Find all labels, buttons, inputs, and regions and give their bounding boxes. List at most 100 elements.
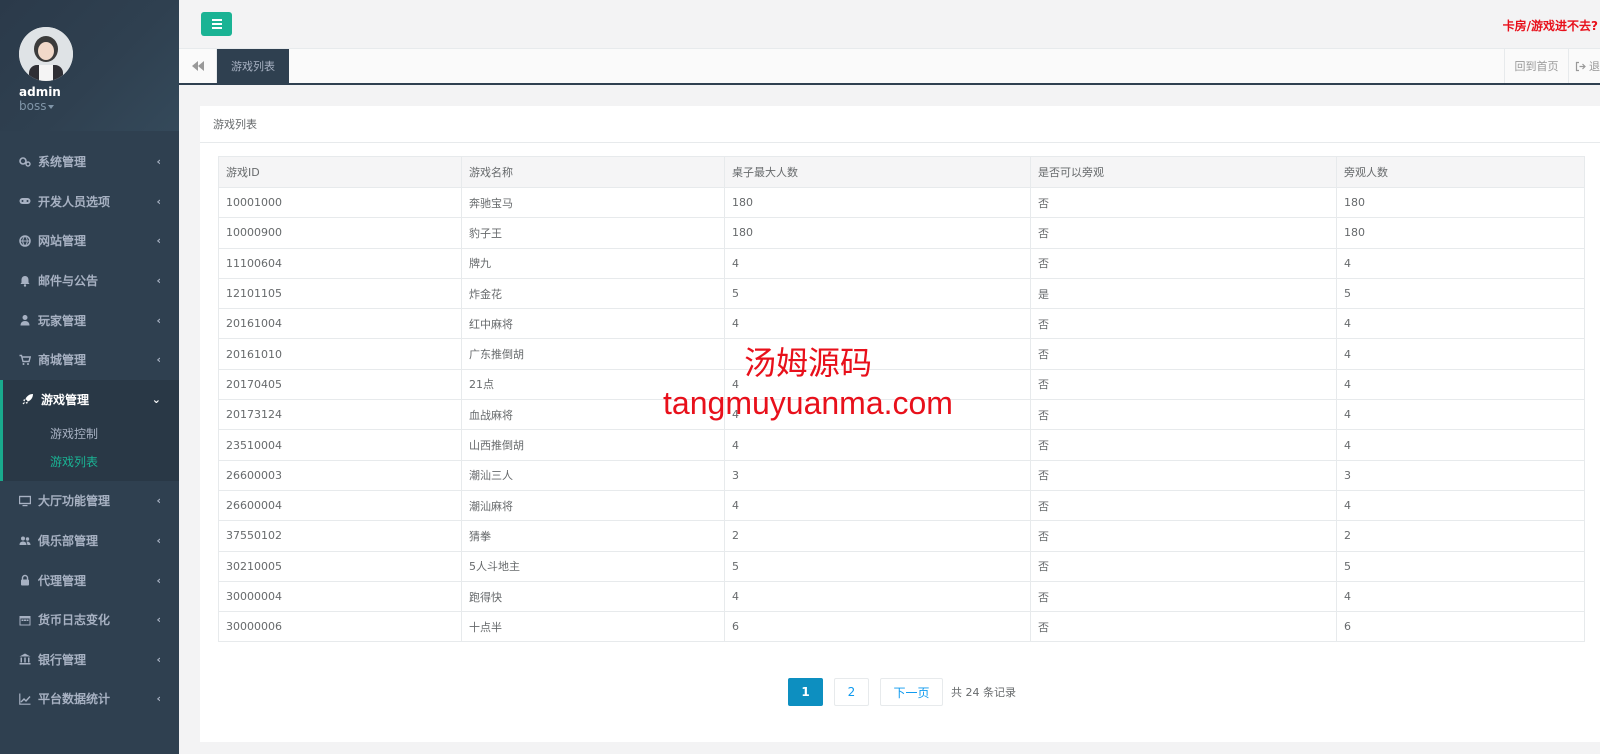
table-cell: 180	[724, 217, 1031, 249]
sidebar-item-label: 网站管理	[38, 234, 87, 249]
table-cell: 否	[1030, 489, 1337, 522]
sidebar-item-label: 代理管理	[38, 573, 87, 588]
table-cell: 否	[1030, 429, 1337, 461]
table-cell: 4	[724, 308, 1031, 340]
column-header-game-id[interactable]: 游戏ID	[218, 156, 462, 188]
table-cell: 3	[1336, 459, 1585, 491]
profile-role-label: boss	[19, 99, 47, 113]
sidebar-item-system[interactable]: 系统管理 ‹	[0, 142, 179, 182]
table-cell: 180	[1336, 186, 1585, 219]
table-cell: 否	[1030, 580, 1337, 613]
next-page-button[interactable]: 下一页	[880, 678, 943, 706]
sidebar-item-statistics[interactable]: 平台数据统计 ‹	[0, 679, 179, 719]
table-cell	[724, 338, 1031, 370]
table-row: 20161010 广东推倒胡 否 4	[218, 338, 1585, 370]
sidebar-item-label: 开发人员选项	[38, 194, 111, 209]
sidebar-item-label: 俱乐部管理	[38, 534, 99, 549]
menu-toggle-button[interactable]	[201, 12, 232, 36]
rocket-icon	[22, 394, 33, 405]
table-cell: 否	[1030, 459, 1337, 491]
table-cell: 4	[1336, 429, 1585, 461]
table-cell: 否	[1030, 186, 1337, 219]
page-button-1[interactable]: 1	[788, 678, 823, 706]
sidebar-item-label: 系统管理	[38, 155, 87, 170]
table-cell: 6	[1336, 611, 1585, 643]
sidebar-item-club[interactable]: 俱乐部管理 ‹	[0, 521, 179, 561]
table-row: 23510004 山西推倒胡 4 否 4	[218, 429, 1585, 461]
sidebar-item-website[interactable]: 网站管理 ‹	[0, 221, 179, 261]
table-cell: 十点半	[461, 611, 725, 643]
page-tabs-bar: 游戏列表 回到首页 退出	[179, 49, 1600, 85]
table-cell: 5	[1336, 277, 1585, 310]
table-cell: 30000004	[218, 580, 462, 613]
lock-icon	[21, 574, 29, 586]
column-header-max-players[interactable]: 桌子最大人数	[724, 156, 1031, 188]
table-row: 37550102 猜拳 2 否 2	[218, 520, 1585, 552]
submenu-item-game-control[interactable]: 游戏控制	[3, 419, 179, 447]
sidebar-item-developer[interactable]: 开发人员选项 ‹	[0, 182, 179, 222]
sidebar-item-mail[interactable]: 邮件与公告 ‹	[0, 261, 179, 301]
table-cell: 豹子王	[461, 217, 725, 249]
column-header-spectate-allowed[interactable]: 是否可以旁观	[1030, 156, 1337, 188]
table-cell: 5	[1336, 550, 1585, 582]
table-cell: 潮汕三人	[461, 459, 725, 491]
sidebar-item-label: 游戏管理	[41, 392, 90, 407]
table-cell: 血战麻将	[461, 399, 725, 431]
table-cell: 否	[1030, 368, 1337, 401]
avatar[interactable]	[19, 27, 73, 81]
sidebar-item-agent[interactable]: 代理管理 ‹	[0, 560, 179, 600]
game-list-table: 游戏ID 游戏名称 桌子最大人数 是否可以旁观 旁观人数 10001000 奔驰宝…	[218, 156, 1585, 643]
sidebar-item-lobby[interactable]: 大厅功能管理 ‹	[0, 481, 179, 521]
table-cell: 奔驰宝马	[461, 186, 725, 219]
table-cell: 6	[724, 611, 1031, 643]
table-row: 12101105 炸金花 5 是 5	[218, 277, 1585, 310]
table-cell: 30210005	[218, 550, 462, 582]
page-button-2[interactable]: 2	[834, 678, 869, 706]
table-cell: 4	[724, 489, 1031, 522]
profile-role-dropdown[interactable]: boss	[19, 99, 55, 113]
table-cell: 4	[1336, 247, 1585, 279]
table-row: 11100604 牌九 4 否 4	[218, 247, 1585, 279]
sidebar-item-label: 平台数据统计	[38, 692, 111, 707]
table-cell: 猜拳	[461, 520, 725, 552]
column-header-game-name[interactable]: 游戏名称	[461, 156, 725, 188]
logout-button[interactable]: 退出	[1568, 49, 1600, 83]
table-cell: 2	[724, 520, 1031, 552]
table-cell: 20161004	[218, 308, 462, 340]
table-cell: 4	[1336, 308, 1585, 340]
column-header-spectator-count[interactable]: 旁观人数	[1336, 156, 1585, 188]
table-cell: 跑得快	[461, 580, 725, 613]
cogs-icon	[19, 156, 31, 167]
content-panel: 游戏列表 游戏ID 游戏名称 桌子最大人数 是否可以旁观 旁观人数 100010…	[200, 106, 1600, 742]
table-cell: 广东推倒胡	[461, 338, 725, 370]
table-cell: 否	[1030, 308, 1337, 340]
sidebar-item-shop[interactable]: 商城管理 ‹	[0, 340, 179, 380]
sidebar-item-game-management[interactable]: 游戏管理 ⌄	[3, 380, 179, 420]
chevron-left-icon: ‹	[156, 274, 161, 288]
table-cell: 180	[724, 186, 1031, 219]
table-cell: 4	[724, 429, 1031, 461]
hamburger-icon-bar	[211, 23, 222, 25]
table-cell: 5	[724, 550, 1031, 582]
tab-scroll-left-button[interactable]	[179, 49, 217, 83]
table-row: 26600004 潮汕麻将 4 否 4	[218, 489, 1585, 522]
table-cell: 30000006	[218, 611, 462, 643]
sidebar-item-players[interactable]: 玩家管理 ‹	[0, 300, 179, 340]
table-cell: 红中麻将	[461, 308, 725, 340]
sidebar-item-label: 货币日志变化	[38, 613, 111, 628]
table-cell: 11100604	[218, 247, 462, 279]
desktop-icon	[19, 495, 31, 507]
logout-label: 退出	[1589, 60, 1600, 73]
sidebar-item-currency-log[interactable]: 货币日志变化 ‹	[0, 600, 179, 640]
table-cell: 26600003	[218, 459, 462, 491]
table-cell: 4	[1336, 368, 1585, 401]
back-to-home-button[interactable]: 回到首页	[1504, 49, 1568, 83]
submenu-item-game-list[interactable]: 游戏列表	[3, 447, 179, 475]
help-alert-link[interactable]: 卡房/游戏进不去?	[1503, 17, 1598, 34]
sidebar-item-bank[interactable]: 银行管理 ‹	[0, 640, 179, 680]
table-cell: 180	[1336, 217, 1585, 249]
profile-name[interactable]: admin	[19, 85, 61, 99]
table-row: 30000006 十点半 6 否 6	[218, 611, 1585, 643]
user-icon	[20, 315, 30, 326]
tab-game-list[interactable]: 游戏列表	[217, 49, 289, 83]
